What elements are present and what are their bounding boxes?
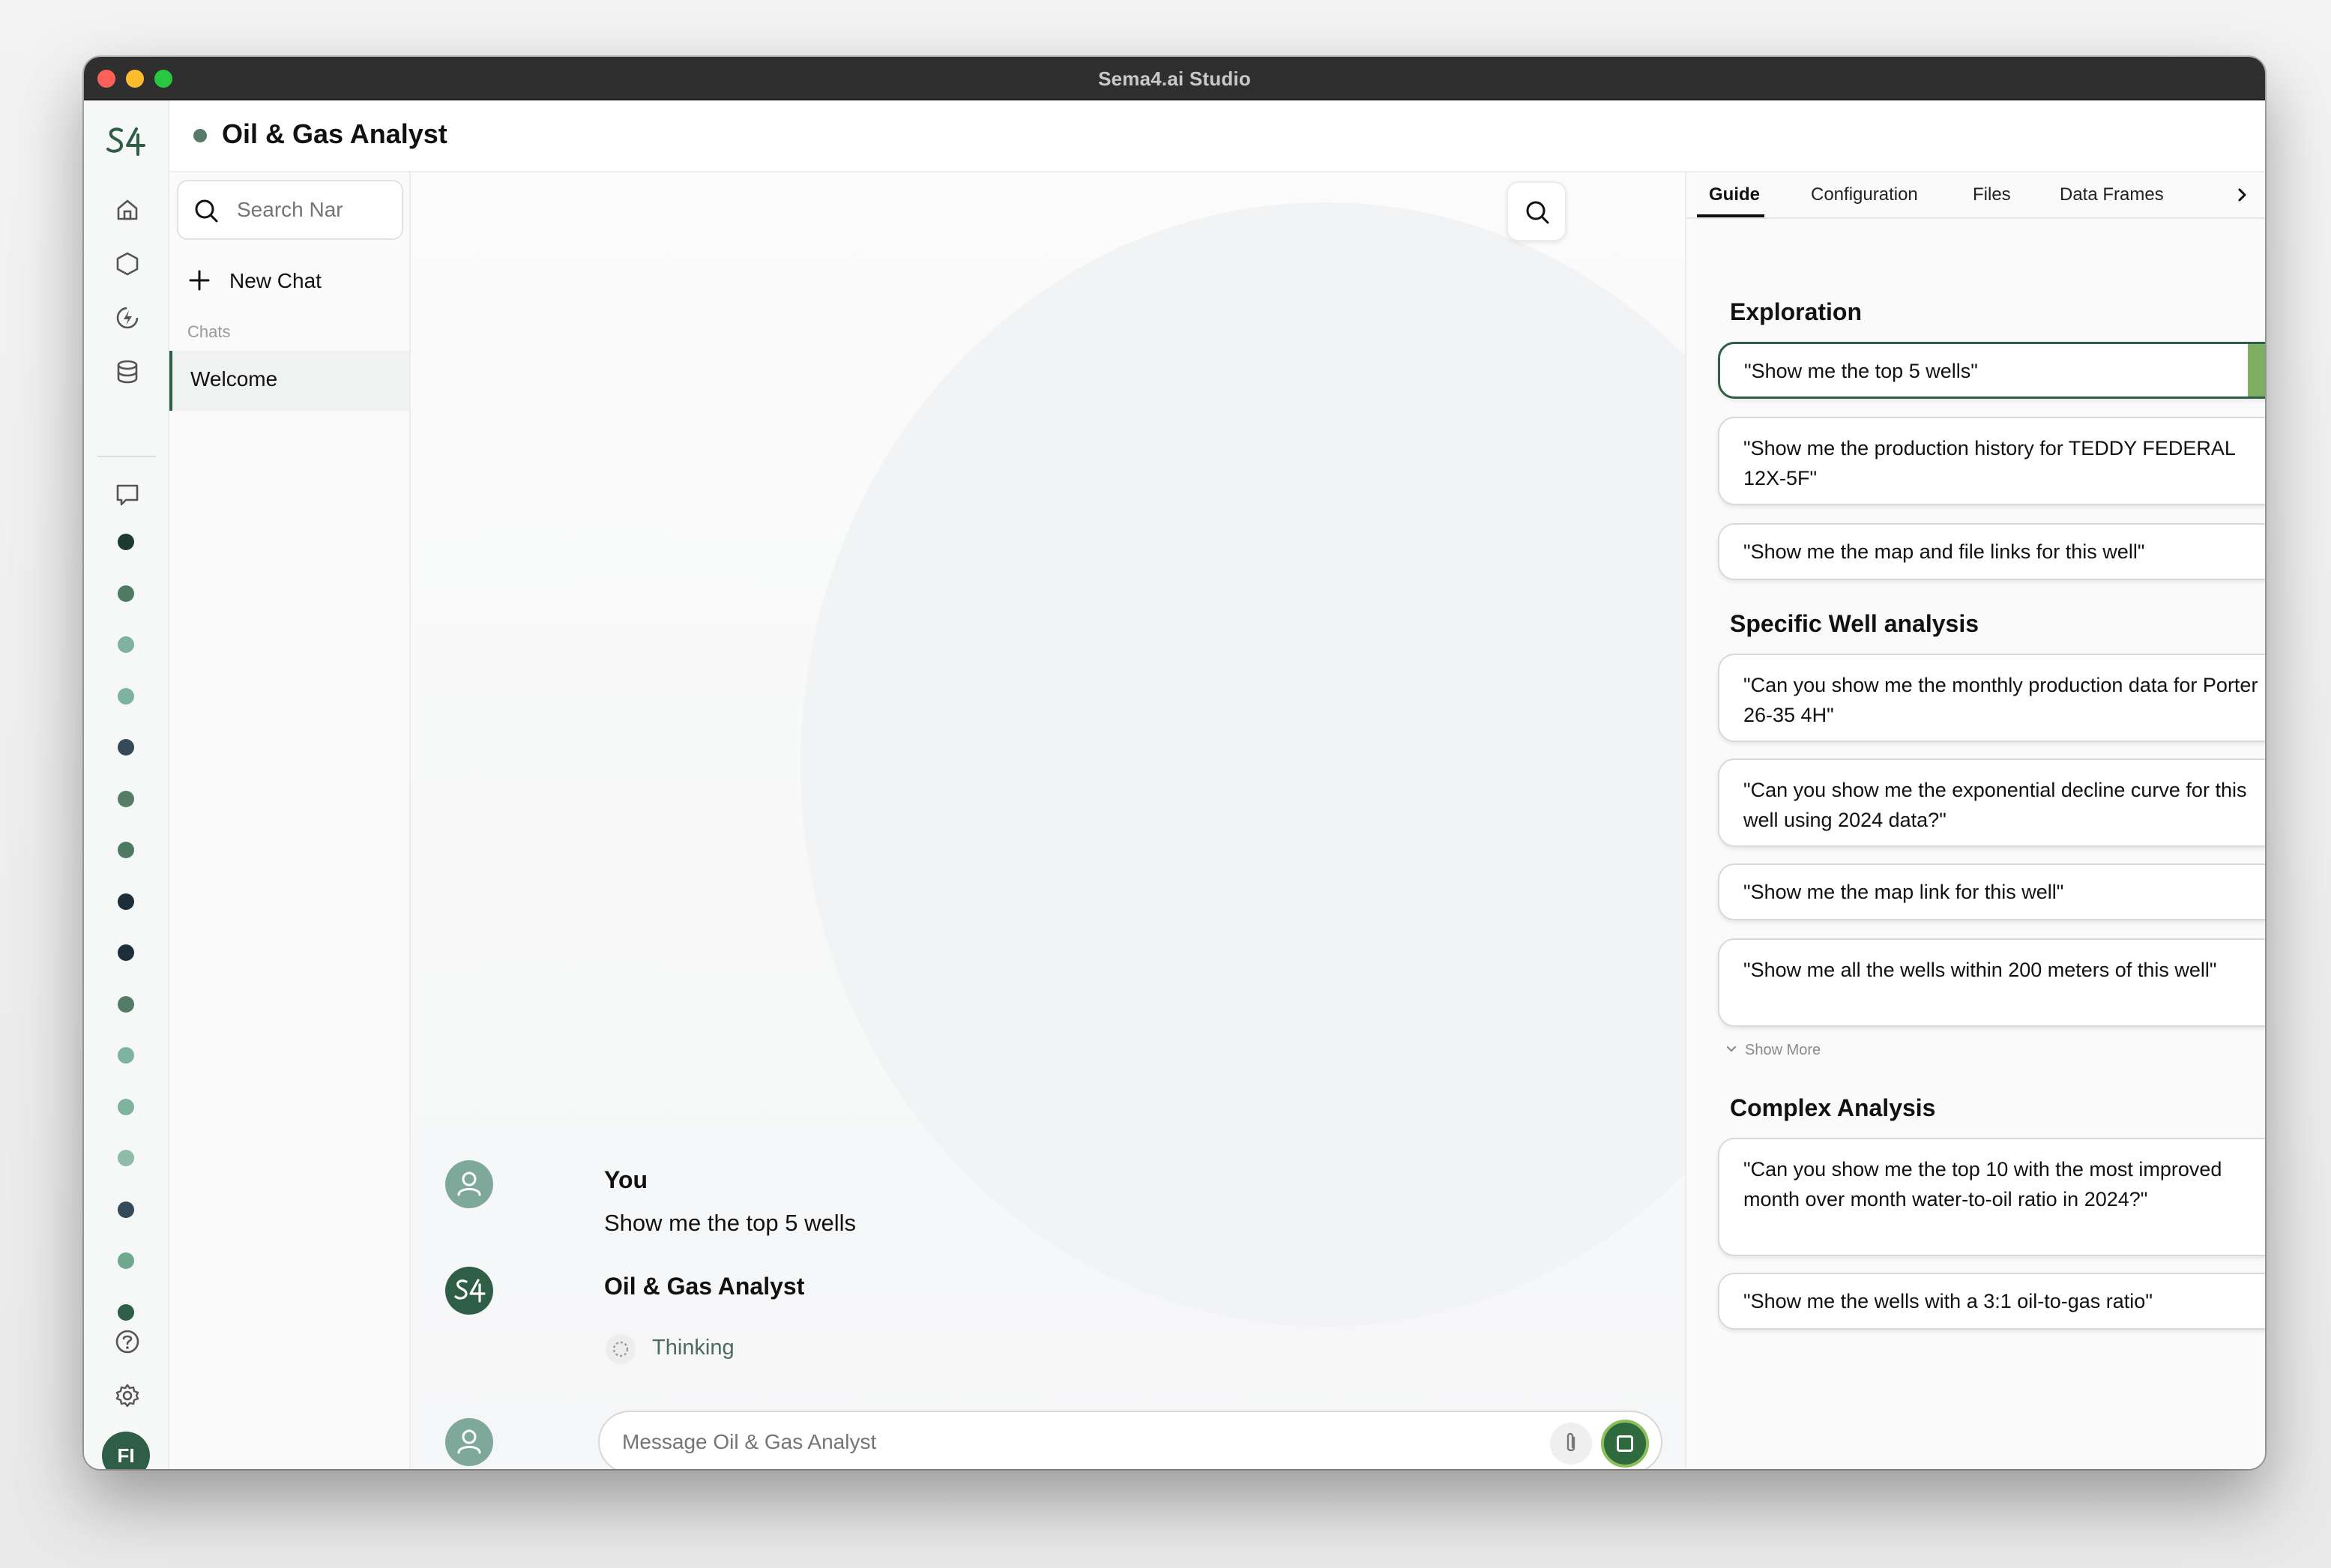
plus-icon xyxy=(189,270,210,291)
section-title: Specific Well analysis xyxy=(1730,610,1979,637)
home-icon[interactable] xyxy=(112,195,142,225)
agent-dot-9[interactable] xyxy=(118,944,134,961)
message-text: Show me the top 5 wells xyxy=(604,1210,857,1236)
prompt-card[interactable]: "Can you show me the top 10 with the mos… xyxy=(1718,1138,2265,1256)
agent-dot-1[interactable] xyxy=(118,534,134,550)
agent-dot-3[interactable] xyxy=(118,636,134,653)
agent-status-dot xyxy=(193,129,207,142)
stop-icon xyxy=(1617,1435,1633,1452)
user-message-avatar xyxy=(445,1160,493,1208)
conversation-area: You Show me the top 5 wells Oil & Gas An… xyxy=(411,172,1685,1469)
prompt-text: "Can you show me the top 10 with the mos… xyxy=(1743,1158,2222,1210)
chat-item-welcome[interactable]: Welcome xyxy=(169,351,409,411)
window-title: Sema4.ai Studio xyxy=(1098,67,1251,90)
chevron-right-icon[interactable] xyxy=(2234,184,2252,205)
thinking-status: Thinking xyxy=(652,1336,735,1360)
prompt-text: "Can you show me the exponential decline… xyxy=(1743,779,2247,831)
chevron-down-icon xyxy=(1726,1046,1737,1052)
stop-generation-button[interactable] xyxy=(1601,1420,1649,1468)
paperclip-icon xyxy=(1566,1432,1575,1452)
background-shape xyxy=(800,202,1685,1327)
chat-search-input[interactable] xyxy=(237,195,394,225)
prompt-text: "Can you show me the monthly production … xyxy=(1743,674,2258,726)
chats-sidebar: New Chat Chats Welcome xyxy=(169,172,487,1469)
show-more-button[interactable]: Show More xyxy=(1725,1042,1821,1061)
prompt-card[interactable]: "Show me all the wells within 200 meters… xyxy=(1718,938,2265,1027)
rail-divider xyxy=(97,456,156,457)
title-bar: Sema4.ai Studio xyxy=(84,57,2265,100)
agent-dot-16[interactable] xyxy=(118,1303,134,1321)
message-composer[interactable] xyxy=(598,1411,1662,1469)
chats-section-label: Chats xyxy=(187,322,231,341)
prompt-card[interactable]: "Can you show me the exponential decline… xyxy=(1718,759,2265,847)
tab-data-frames[interactable]: Data Frames xyxy=(2060,184,2164,205)
prompt-card[interactable]: "Show me the wells with a 3:1 oil-to-gas… xyxy=(1718,1273,2265,1330)
prompt-text: "Show me the top 5 wells" xyxy=(1744,360,1978,382)
app-window: Sema4.ai Studio FI Oil & Gas Analyst Sea… xyxy=(84,57,2265,1469)
message-author: You xyxy=(604,1166,648,1193)
prompt-card[interactable]: "Show me the top 5 wells" xyxy=(1718,342,2265,399)
conversation-search-button[interactable] xyxy=(1507,181,1566,241)
tab-configuration[interactable]: Configuration xyxy=(1811,184,1918,205)
new-chat-button[interactable]: New Chat xyxy=(177,255,403,306)
prompt-card[interactable]: "Can you show me the monthly production … xyxy=(1718,654,2265,742)
settings-icon[interactable] xyxy=(112,1381,142,1411)
tab-guide[interactable]: Guide xyxy=(1709,184,1760,205)
agent-dot-14[interactable] xyxy=(118,1201,134,1218)
sema4-logo-icon[interactable] xyxy=(105,124,147,157)
agent-dot-12[interactable] xyxy=(118,1098,134,1115)
search-icon xyxy=(1526,201,1549,224)
composer-user-avatar xyxy=(445,1418,493,1466)
message-input[interactable] xyxy=(622,1427,1522,1457)
prompt-card[interactable]: "Show me the production history for TEDD… xyxy=(1718,417,2265,505)
agent-dot-7[interactable] xyxy=(118,842,134,858)
message-author: Oil & Gas Analyst xyxy=(604,1273,805,1300)
chat-icon[interactable] xyxy=(112,480,142,510)
agent-dot-4[interactable] xyxy=(118,687,134,705)
user-icon xyxy=(457,1172,481,1196)
database-icon[interactable] xyxy=(112,357,142,387)
agent-dot-10[interactable] xyxy=(118,995,134,1013)
search-icon xyxy=(195,199,218,223)
prompt-card[interactable]: "Show me the map and file links for this… xyxy=(1718,523,2265,580)
help-icon[interactable] xyxy=(112,1327,142,1357)
section-title: Exploration xyxy=(1730,298,1863,325)
agent-dot-5[interactable] xyxy=(118,739,134,756)
new-chat-label: New Chat xyxy=(229,269,322,292)
prompt-card[interactable]: "Show me the map link for this well" xyxy=(1718,863,2265,920)
guide-panel: Guide Configuration Files Data Frames Ex… xyxy=(1685,172,2265,1469)
agent-dot-13[interactable] xyxy=(118,1150,134,1166)
agent-header: Oil & Gas Analyst xyxy=(169,100,2265,172)
left-rail: FI xyxy=(84,100,169,1469)
agent-message-avatar xyxy=(445,1267,493,1315)
cube-icon[interactable] xyxy=(112,249,142,279)
active-tab-indicator xyxy=(1697,214,1764,217)
section-title: Complex Analysis xyxy=(1730,1094,1936,1121)
user-avatar[interactable]: FI xyxy=(102,1432,150,1469)
agent-title: Oil & Gas Analyst xyxy=(222,118,447,149)
agent-dot-2[interactable] xyxy=(118,585,134,602)
attach-file-button[interactable] xyxy=(1550,1423,1592,1465)
thinking-spinner-icon xyxy=(606,1334,636,1364)
agent-dot-11[interactable] xyxy=(118,1047,134,1064)
user-icon xyxy=(457,1429,481,1454)
sema4-logo-icon xyxy=(454,1279,486,1303)
prompt-text: "Show me the map and file links for this… xyxy=(1743,540,2145,563)
prompt-text: "Show me all the wells within 200 meters… xyxy=(1743,959,2217,981)
show-more-label: Show More xyxy=(1745,1042,1821,1058)
lightning-icon[interactable] xyxy=(112,303,142,333)
agent-dot-15[interactable] xyxy=(118,1252,134,1269)
prompt-text: "Show me the production history for TEDD… xyxy=(1743,437,2235,489)
agent-dot-6[interactable] xyxy=(118,790,134,807)
tab-files[interactable]: Files xyxy=(1973,184,2011,205)
prompt-text: "Show me the map link for this well" xyxy=(1743,881,2064,903)
prompt-text: "Show me the wells with a 3:1 oil-to-gas… xyxy=(1743,1290,2153,1312)
chat-item-label: Welcome xyxy=(190,367,278,391)
prompt-running-indicator xyxy=(2248,344,2265,396)
panel-tabs: Guide Configuration Files Data Frames xyxy=(1686,172,2265,219)
chat-search-box[interactable] xyxy=(177,180,403,240)
agent-dot-8[interactable] xyxy=(118,893,134,910)
